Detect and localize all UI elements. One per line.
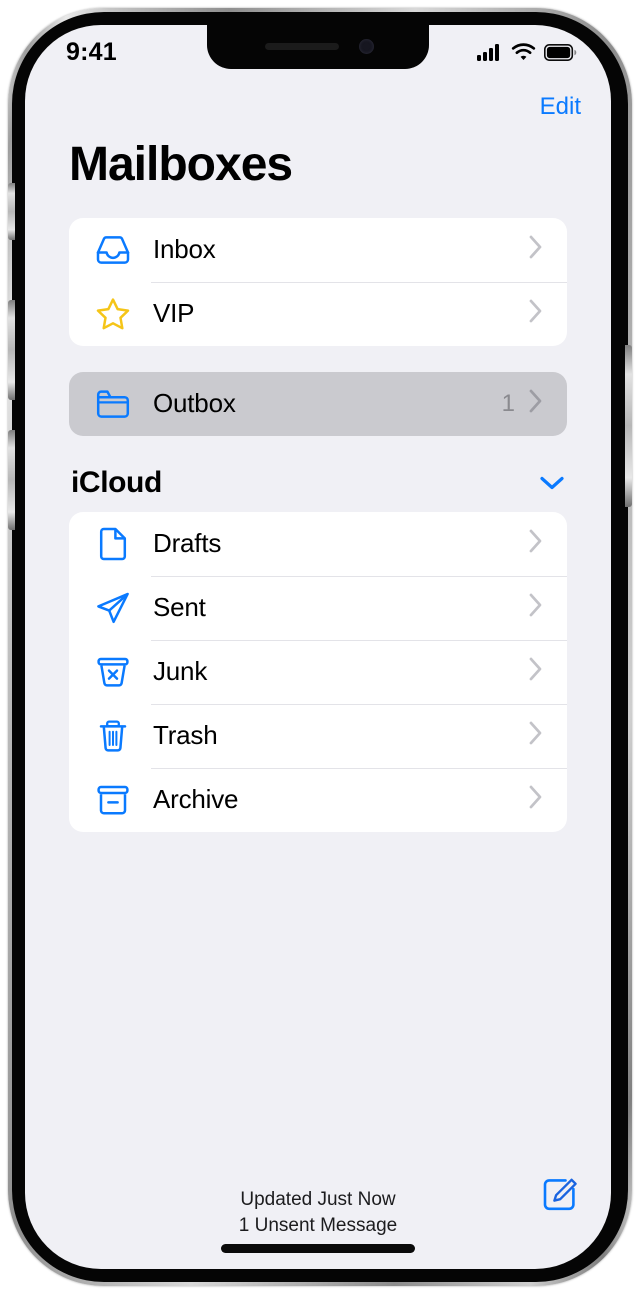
row-accessories — [515, 657, 567, 686]
compose-button[interactable] — [541, 1176, 579, 1219]
home-indicator[interactable] — [221, 1244, 415, 1253]
mailbox-label: Archive — [153, 784, 239, 815]
chevron-right-icon — [529, 785, 543, 814]
row-accessories — [515, 299, 567, 328]
chevron-right-icon — [529, 657, 543, 686]
mailbox-row-junk[interactable]: Junk — [69, 639, 567, 704]
earpiece-speaker-icon — [265, 43, 339, 50]
trash-icon — [91, 719, 135, 753]
chevron-right-icon — [529, 389, 543, 418]
volume-down-button[interactable] — [8, 430, 15, 530]
signal-bars-icon — [477, 43, 503, 66]
mailbox-row-archive[interactable]: Archive — [69, 767, 567, 832]
mailbox-row-trash[interactable]: Trash — [69, 703, 567, 768]
mailbox-label: Outbox — [153, 388, 236, 419]
page-title: Mailboxes — [69, 138, 293, 191]
chevron-right-icon — [529, 721, 543, 750]
wifi-icon — [511, 43, 536, 66]
chevron-right-icon — [529, 529, 543, 558]
mailboxes-screen: Edit Mailboxes Inbox VIP Outbox 1 iCloud… — [25, 81, 611, 1269]
chevron-right-icon — [529, 299, 543, 328]
row-accessories — [515, 785, 567, 814]
navigation-bar: Edit — [25, 81, 611, 133]
mailbox-label: Sent — [153, 592, 206, 623]
archive-box-icon — [91, 784, 135, 816]
icloud-section-header: iCloud — [71, 466, 565, 500]
mute-switch-button[interactable] — [8, 183, 15, 240]
row-accessories — [515, 721, 567, 750]
phone-frame: 9:41 Edit Mailboxes Inbox VIP Outbox 1 i… — [8, 8, 632, 1286]
status-bar-indicators — [477, 43, 577, 66]
mailbox-row-sent[interactable]: Sent — [69, 575, 567, 640]
volume-up-button[interactable] — [8, 300, 15, 400]
row-accessories — [515, 235, 567, 264]
phone-screen: 9:41 Edit Mailboxes Inbox VIP Outbox 1 i… — [25, 25, 611, 1269]
section-title: iCloud — [71, 465, 162, 499]
folder-icon — [91, 389, 135, 419]
chevron-right-icon — [529, 593, 543, 622]
status-bar-time: 9:41 — [66, 38, 117, 66]
battery-full-icon — [544, 43, 577, 66]
mailbox-row-vip[interactable]: VIP — [69, 281, 567, 346]
outbox-group: Outbox 1 — [69, 371, 567, 436]
updated-text: Updated Just Now — [240, 1189, 396, 1211]
compose-icon — [541, 1178, 579, 1218]
icloud-mailbox-group: Drafts Sent Junk Trash Archive — [69, 511, 567, 832]
mailbox-label: Inbox — [153, 234, 216, 265]
row-accessories — [515, 529, 567, 558]
mailbox-row-inbox[interactable]: Inbox — [69, 218, 567, 282]
notch — [207, 25, 429, 69]
mailbox-count: 1 — [501, 389, 515, 417]
junk-bin-icon — [91, 656, 135, 688]
paper-plane-icon — [91, 591, 135, 625]
mailbox-label: VIP — [153, 298, 195, 329]
edit-button[interactable]: Edit — [540, 93, 581, 121]
mailbox-label: Drafts — [153, 528, 222, 559]
mailbox-row-outbox[interactable]: Outbox 1 — [69, 372, 567, 436]
power-button[interactable] — [625, 345, 632, 507]
unsent-text: 1 Unsent Message — [238, 1215, 398, 1236]
row-accessories: 1 — [502, 389, 567, 418]
chevron-right-icon — [529, 235, 543, 264]
primary-mailbox-group: Inbox VIP — [69, 217, 567, 346]
sync-status: Updated Just Now 1 Unsent Message — [25, 1187, 611, 1238]
mailbox-row-drafts[interactable]: Drafts — [69, 512, 567, 576]
row-accessories — [515, 593, 567, 622]
chevron-down-icon[interactable] — [539, 475, 565, 491]
front-camera-icon — [359, 39, 374, 54]
document-icon — [91, 527, 135, 561]
mailbox-label: Trash — [153, 720, 218, 751]
inbox-tray-icon — [91, 234, 135, 266]
mailbox-label: Junk — [153, 656, 208, 687]
star-icon — [91, 297, 135, 331]
